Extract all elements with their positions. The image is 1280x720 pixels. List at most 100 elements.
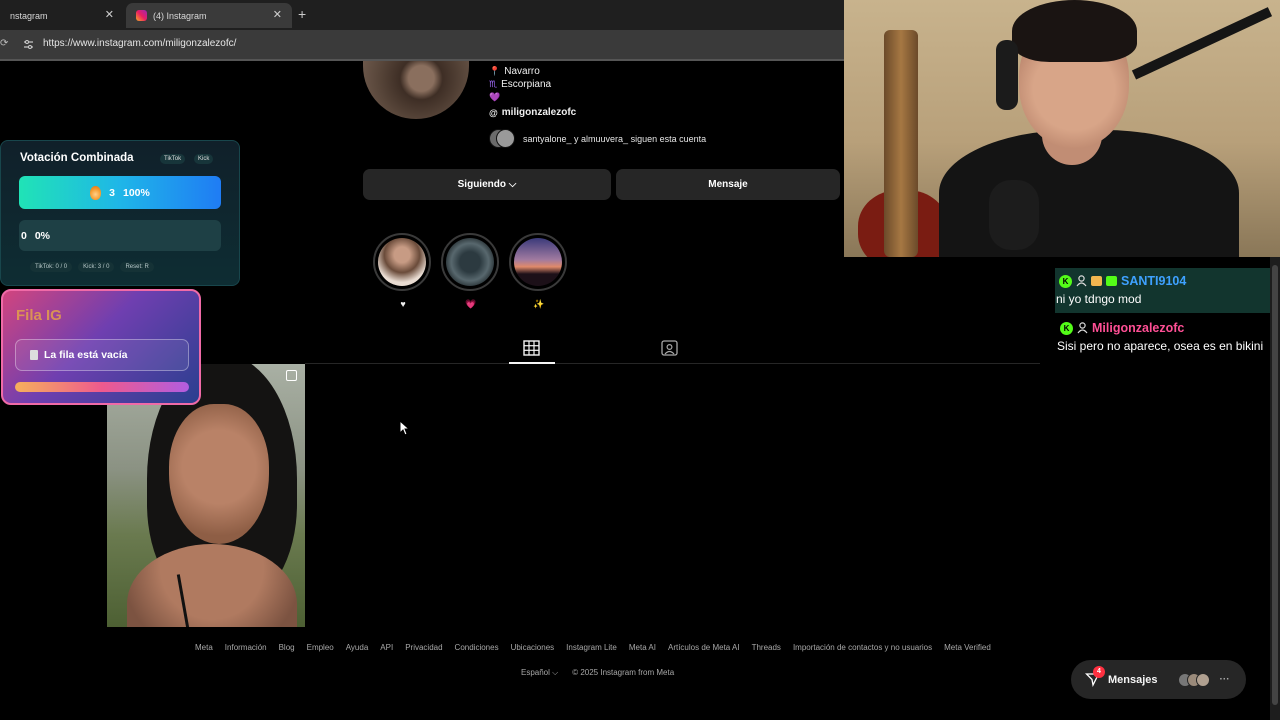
vote-title: Votación Combinada bbox=[20, 152, 134, 164]
footer-links: Meta Información Blog Empleo Ayuda API P… bbox=[195, 643, 991, 652]
tiktok-chip: TikTok bbox=[160, 154, 186, 164]
browser-tab-active-instagram[interactable]: (4) Instagram ✕ bbox=[126, 3, 292, 28]
gift-badge-icon bbox=[1091, 276, 1102, 286]
reset-stat: Reset: R bbox=[120, 262, 154, 272]
mouse-cursor-icon bbox=[399, 420, 410, 436]
vote-percent: 0% bbox=[34, 229, 51, 242]
messages-label: Mensajes bbox=[1108, 673, 1158, 686]
vote-bar-option-1: 3 100% bbox=[19, 176, 221, 209]
footer-link[interactable]: Meta Verified bbox=[944, 643, 991, 652]
carousel-icon bbox=[286, 370, 297, 381]
recent-chat-avatars bbox=[1177, 672, 1210, 687]
vote-stats: TikTok: 0 / 0 Kick: 3 / 0 Reset: R bbox=[30, 262, 154, 272]
language-select[interactable]: Español ⌵ bbox=[521, 668, 558, 678]
footer-link[interactable]: Empleo bbox=[307, 643, 334, 652]
browser-tab-instagram[interactable]: nstagram ✕ bbox=[0, 3, 124, 28]
chat-username[interactable]: SANTI9104 bbox=[1121, 274, 1186, 288]
vote-percent: 100% bbox=[122, 186, 150, 199]
queue-title: Fila IG bbox=[16, 307, 62, 324]
profile-avatar[interactable] bbox=[363, 61, 469, 119]
copyright: © 2025 Instagram from Meta bbox=[572, 668, 675, 677]
user-icon bbox=[1076, 275, 1087, 287]
footer-link[interactable]: Instagram Lite bbox=[566, 643, 617, 652]
bio-heart: 💜 bbox=[489, 92, 501, 102]
document-icon bbox=[30, 350, 38, 360]
more-icon: ··· bbox=[1219, 674, 1230, 685]
message-button[interactable]: Mensaje bbox=[616, 169, 840, 200]
browser-tab-bar: nstagram ✕ (4) Instagram ✕ + bbox=[0, 0, 844, 30]
tab-title: (4) Instagram bbox=[153, 10, 207, 21]
user-icon bbox=[1077, 322, 1088, 334]
footer-link[interactable]: Privacidad bbox=[405, 643, 442, 652]
tiktok-stat: TikTok: 0 / 0 bbox=[30, 262, 73, 272]
tab-title: nstagram bbox=[10, 10, 48, 21]
threads-icon: @ bbox=[489, 107, 498, 118]
footer-link[interactable]: Meta AI bbox=[629, 643, 656, 652]
flame-icon bbox=[90, 185, 102, 200]
footer-link[interactable]: API bbox=[380, 643, 393, 652]
chat-message: K Miligonzalezofc Sisi pero no aparece, … bbox=[1056, 315, 1270, 355]
divider bbox=[305, 363, 1040, 364]
kick-badge-icon: K bbox=[1060, 321, 1073, 335]
kick-chip: Kick bbox=[194, 154, 214, 164]
new-tab-button[interactable]: + bbox=[298, 6, 306, 22]
highlight-thumbnail bbox=[514, 238, 562, 286]
highlight-thumbnail bbox=[446, 238, 494, 286]
following-button[interactable]: Siguiendo ⌵ bbox=[363, 169, 611, 200]
address-bar[interactable]: ⟳ https://www.instagram.com/miligonzalez… bbox=[0, 30, 844, 59]
chat-text: Sisi pero no aparece, osea es en bikini bbox=[1057, 339, 1264, 353]
close-tab-icon[interactable]: ✕ bbox=[273, 8, 282, 21]
story-highlight[interactable] bbox=[373, 233, 431, 291]
instagram-favicon-icon bbox=[136, 10, 147, 21]
active-tab-indicator bbox=[509, 362, 555, 364]
queue-widget: Fila IG La fila está vacía bbox=[1, 289, 201, 405]
url-text[interactable]: https://www.instagram.com/miligonzalezof… bbox=[43, 38, 236, 49]
footer-bottom: Español ⌵ © 2025 Instagram from Meta bbox=[521, 668, 674, 678]
messages-button[interactable]: 4 Mensajes ··· bbox=[1071, 660, 1246, 699]
vote-count: 0 bbox=[21, 229, 27, 242]
close-tab-icon[interactable]: ✕ bbox=[105, 8, 114, 21]
kick-badge-icon: K bbox=[1059, 274, 1072, 288]
footer-link[interactable]: Importación de contactos y no usuarios bbox=[793, 643, 932, 652]
highlight-thumbnail bbox=[378, 238, 426, 286]
scorpio-icon: ♏ bbox=[489, 79, 498, 89]
posts-grid-icon[interactable] bbox=[523, 340, 540, 356]
unread-badge: 4 bbox=[1093, 666, 1105, 678]
queue-progress-bar bbox=[15, 382, 189, 392]
footer-link[interactable]: Ayuda bbox=[346, 643, 369, 652]
footer-link[interactable]: Información bbox=[225, 643, 267, 652]
chat-message: K SANTI9104 ni yo tdngo mod bbox=[1055, 268, 1270, 313]
chat-text: ni yo tdngo mod bbox=[1056, 292, 1142, 306]
footer-link[interactable]: Artículos de Meta AI bbox=[668, 643, 740, 652]
footer-link[interactable]: Threads bbox=[752, 643, 781, 652]
pin-icon: 📍 bbox=[489, 66, 501, 76]
vote-count: 3 bbox=[109, 186, 115, 199]
footer-link[interactable]: Ubicaciones bbox=[511, 643, 555, 652]
footer-link[interactable]: Meta bbox=[195, 643, 213, 652]
messenger-icon: 4 bbox=[1084, 666, 1105, 688]
scrollbar[interactable] bbox=[1270, 257, 1280, 720]
highlight-label: 💗 bbox=[465, 299, 477, 309]
threads-link[interactable]: @ miligonzalezofc bbox=[489, 107, 576, 118]
reload-icon[interactable]: ⟳ bbox=[0, 38, 8, 49]
bio-location: 📍 Navarro bbox=[489, 66, 540, 77]
footer-link[interactable]: Condiciones bbox=[455, 643, 499, 652]
vote-bar-option-2: 0 0% bbox=[19, 220, 221, 251]
bio-sign: ♏ Escorpiana bbox=[489, 79, 552, 90]
footer-link[interactable]: Blog bbox=[279, 643, 295, 652]
queue-status: La fila está vacía bbox=[15, 339, 189, 371]
chat-username[interactable]: Miligonzalezofc bbox=[1092, 321, 1184, 335]
highlight-label: ✨ bbox=[533, 299, 545, 309]
site-settings-icon[interactable] bbox=[23, 39, 34, 50]
followed-by-text: santyalone_ y almuuvera_ siguen esta cue… bbox=[523, 133, 707, 144]
story-highlight[interactable] bbox=[441, 233, 499, 291]
followed-by[interactable]: santyalone_ y almuuvera_ siguen esta cue… bbox=[489, 129, 706, 148]
story-highlight[interactable] bbox=[509, 233, 567, 291]
webcam-feed bbox=[844, 0, 1280, 257]
tagged-icon[interactable] bbox=[661, 340, 678, 356]
highlight-label: ♥ bbox=[400, 299, 406, 309]
avatar bbox=[1195, 672, 1210, 687]
follower-avatar bbox=[496, 129, 515, 148]
kick-stat: Kick: 3 / 0 bbox=[78, 262, 115, 272]
subscriber-badge-icon bbox=[1106, 276, 1117, 286]
